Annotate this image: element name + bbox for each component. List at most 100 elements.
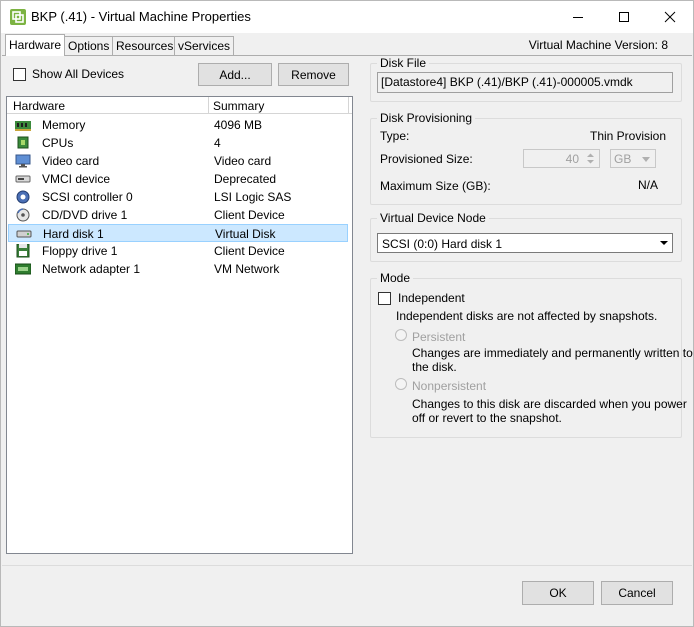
add-button[interactable]: Add... [198, 63, 272, 86]
network-adapter-icon [15, 263, 31, 275]
video-card-icon [15, 154, 31, 168]
ok-button[interactable]: OK [522, 581, 594, 605]
hardware-name: CD/DVD drive 1 [42, 208, 128, 222]
maximize-button[interactable] [601, 1, 647, 33]
hardware-row-cpus[interactable]: CPUs 4 [8, 134, 348, 152]
minimize-icon [573, 17, 583, 18]
checkbox-box[interactable] [13, 67, 26, 81]
column-separator[interactable] [208, 97, 209, 114]
persistent-label: Persistent [412, 330, 466, 344]
hardware-row-vmci-device[interactable]: VMCI device Deprecated [8, 170, 348, 188]
tab-label: Options [68, 39, 110, 53]
title-bar: BKP (.41) - Virtual Machine Properties [1, 1, 693, 33]
type-label: Type: [380, 129, 410, 143]
independent-checkbox[interactable]: Independent [378, 291, 465, 305]
hardware-summary: Virtual Disk [215, 227, 276, 241]
show-all-devices-label: Show All Devices [32, 67, 125, 81]
virtual-device-node-title: Virtual Device Node [377, 211, 489, 225]
independent-description: Independent disks are not affected by sn… [396, 309, 658, 323]
column-separator[interactable] [348, 97, 349, 114]
memory-icon [15, 121, 31, 131]
hardware-row-cd-dvd-drive[interactable]: CD/DVD drive 1 Client Device [8, 206, 348, 224]
provisioned-size-label: Provisioned Size: [380, 152, 473, 166]
close-button[interactable] [647, 1, 693, 33]
persistent-description-line-1: Changes are immediately and permanently … [412, 346, 693, 360]
mode-title: Mode [377, 271, 414, 285]
hardware-list[interactable]: Hardware Summary Memory 4096 MB CPUs 4 V… [6, 96, 353, 554]
tab-options[interactable]: Options [64, 36, 114, 55]
persistent-radio[interactable] [395, 329, 407, 341]
tab-resources[interactable]: Resources [112, 36, 178, 55]
hardware-summary: Client Device [214, 208, 285, 222]
hardware-row-scsi-controller[interactable]: SCSI controller 0 LSI Logic SAS [8, 188, 348, 206]
cpu-icon [17, 136, 29, 149]
hardware-summary: Deprecated [214, 172, 277, 186]
footer-divider [2, 565, 692, 566]
hardware-summary: VM Network [214, 262, 280, 276]
nonpersistent-description-line-2: off or revert to the snapshot. [412, 411, 562, 425]
hardware-name: Floppy drive 1 [42, 244, 118, 258]
spinner-arrows-icon[interactable] [583, 151, 598, 166]
hardware-summary: Client Device [214, 244, 285, 258]
provisioned-size-spinner[interactable]: 40 [523, 149, 600, 168]
mode-group: Mode Independent Independent disks are n… [370, 271, 693, 438]
hardware-row-network-adapter[interactable]: Network adapter 1 VM Network [8, 260, 348, 278]
close-icon [664, 11, 676, 23]
maximum-size-value: N/A [638, 178, 659, 192]
window-title: BKP (.41) - Virtual Machine Properties [31, 9, 251, 24]
disk-provisioning-title: Disk Provisioning [377, 111, 476, 125]
tab-label: Resources [116, 39, 174, 53]
properties-window: BKP (.41) - Virtual Machine Properties H… [0, 0, 694, 627]
tab-vservices[interactable]: vServices [174, 36, 235, 55]
hardware-summary: LSI Logic SAS [214, 190, 292, 204]
independent-label: Independent [398, 291, 465, 305]
dropdown-arrow[interactable] [655, 234, 672, 252]
nonpersistent-radio[interactable] [395, 378, 407, 390]
disk-file-path-field[interactable]: [Datastore4] BKP (.41)/BKP (.41)-000005.… [377, 72, 673, 93]
hardware-name: SCSI controller 0 [42, 190, 133, 204]
show-all-devices-checkbox[interactable]: Show All Devices [13, 67, 124, 81]
hardware-name: Network adapter 1 [42, 262, 141, 276]
window-bottom-edge [2, 622, 692, 626]
vmci-device-icon [15, 175, 31, 183]
disk-file-title: Disk File [377, 56, 430, 70]
scsi-controller-icon [16, 190, 30, 204]
virtual-device-node-select[interactable]: SCSI (0:0) Hard disk 1 [377, 233, 673, 253]
hardware-row-hard-disk[interactable]: Hard disk 1 Virtual Disk [8, 224, 348, 242]
floppy-drive-icon [16, 244, 30, 258]
checkbox-box[interactable] [378, 291, 391, 305]
hardware-row-floppy-drive[interactable]: Floppy drive 1 Client Device [8, 242, 348, 260]
hardware-summary: 4 [214, 136, 221, 150]
remove-button[interactable]: Remove [278, 63, 349, 86]
hardware-row-video-card[interactable]: Video card Video card [8, 152, 348, 170]
hard-disk-icon [16, 230, 32, 238]
disk-file-group: Disk File [Datastore4] BKP (.41)/BKP (.4… [370, 56, 682, 102]
column-header-summary[interactable]: Summary [213, 99, 264, 113]
persistent-description-line-2: the disk. [412, 360, 457, 374]
cd-dvd-icon [16, 208, 30, 222]
chevron-down-icon [642, 157, 650, 162]
column-header-hardware[interactable]: Hardware [13, 99, 65, 113]
virtual-device-node-group: Virtual Device Node SCSI (0:0) Hard disk… [370, 211, 682, 262]
maximum-size-label: Maximum Size (GB): [380, 179, 491, 193]
provisioned-size-value: 40 [565, 152, 579, 166]
hardware-name: Hard disk 1 [43, 227, 104, 241]
hardware-summary: 4096 MB [214, 118, 263, 132]
nonpersistent-description-line-1: Changes to this disk are discarded when … [412, 397, 687, 411]
tab-hardware[interactable]: Hardware [5, 34, 66, 56]
hardware-summary: Video card [214, 154, 272, 168]
chevron-down-icon [659, 241, 668, 245]
virtual-device-node-value: SCSI (0:0) Hard disk 1 [382, 237, 503, 251]
unit-dropdown[interactable]: GB [610, 149, 656, 168]
cancel-button[interactable]: Cancel [601, 581, 673, 605]
hardware-name: Video card [42, 154, 100, 168]
nonpersistent-label: Nonpersistent [412, 379, 487, 393]
hardware-name: VMCI device [42, 172, 111, 186]
unit-value: GB [614, 152, 632, 166]
hardware-row-memory[interactable]: Memory 4096 MB [8, 116, 348, 134]
minimize-button[interactable] [555, 1, 601, 33]
maximize-icon [619, 12, 629, 22]
hardware-name: Memory [42, 118, 86, 132]
tab-label: vServices [178, 39, 231, 53]
vm-version-label: Virtual Machine Version: 8 [528, 38, 668, 52]
